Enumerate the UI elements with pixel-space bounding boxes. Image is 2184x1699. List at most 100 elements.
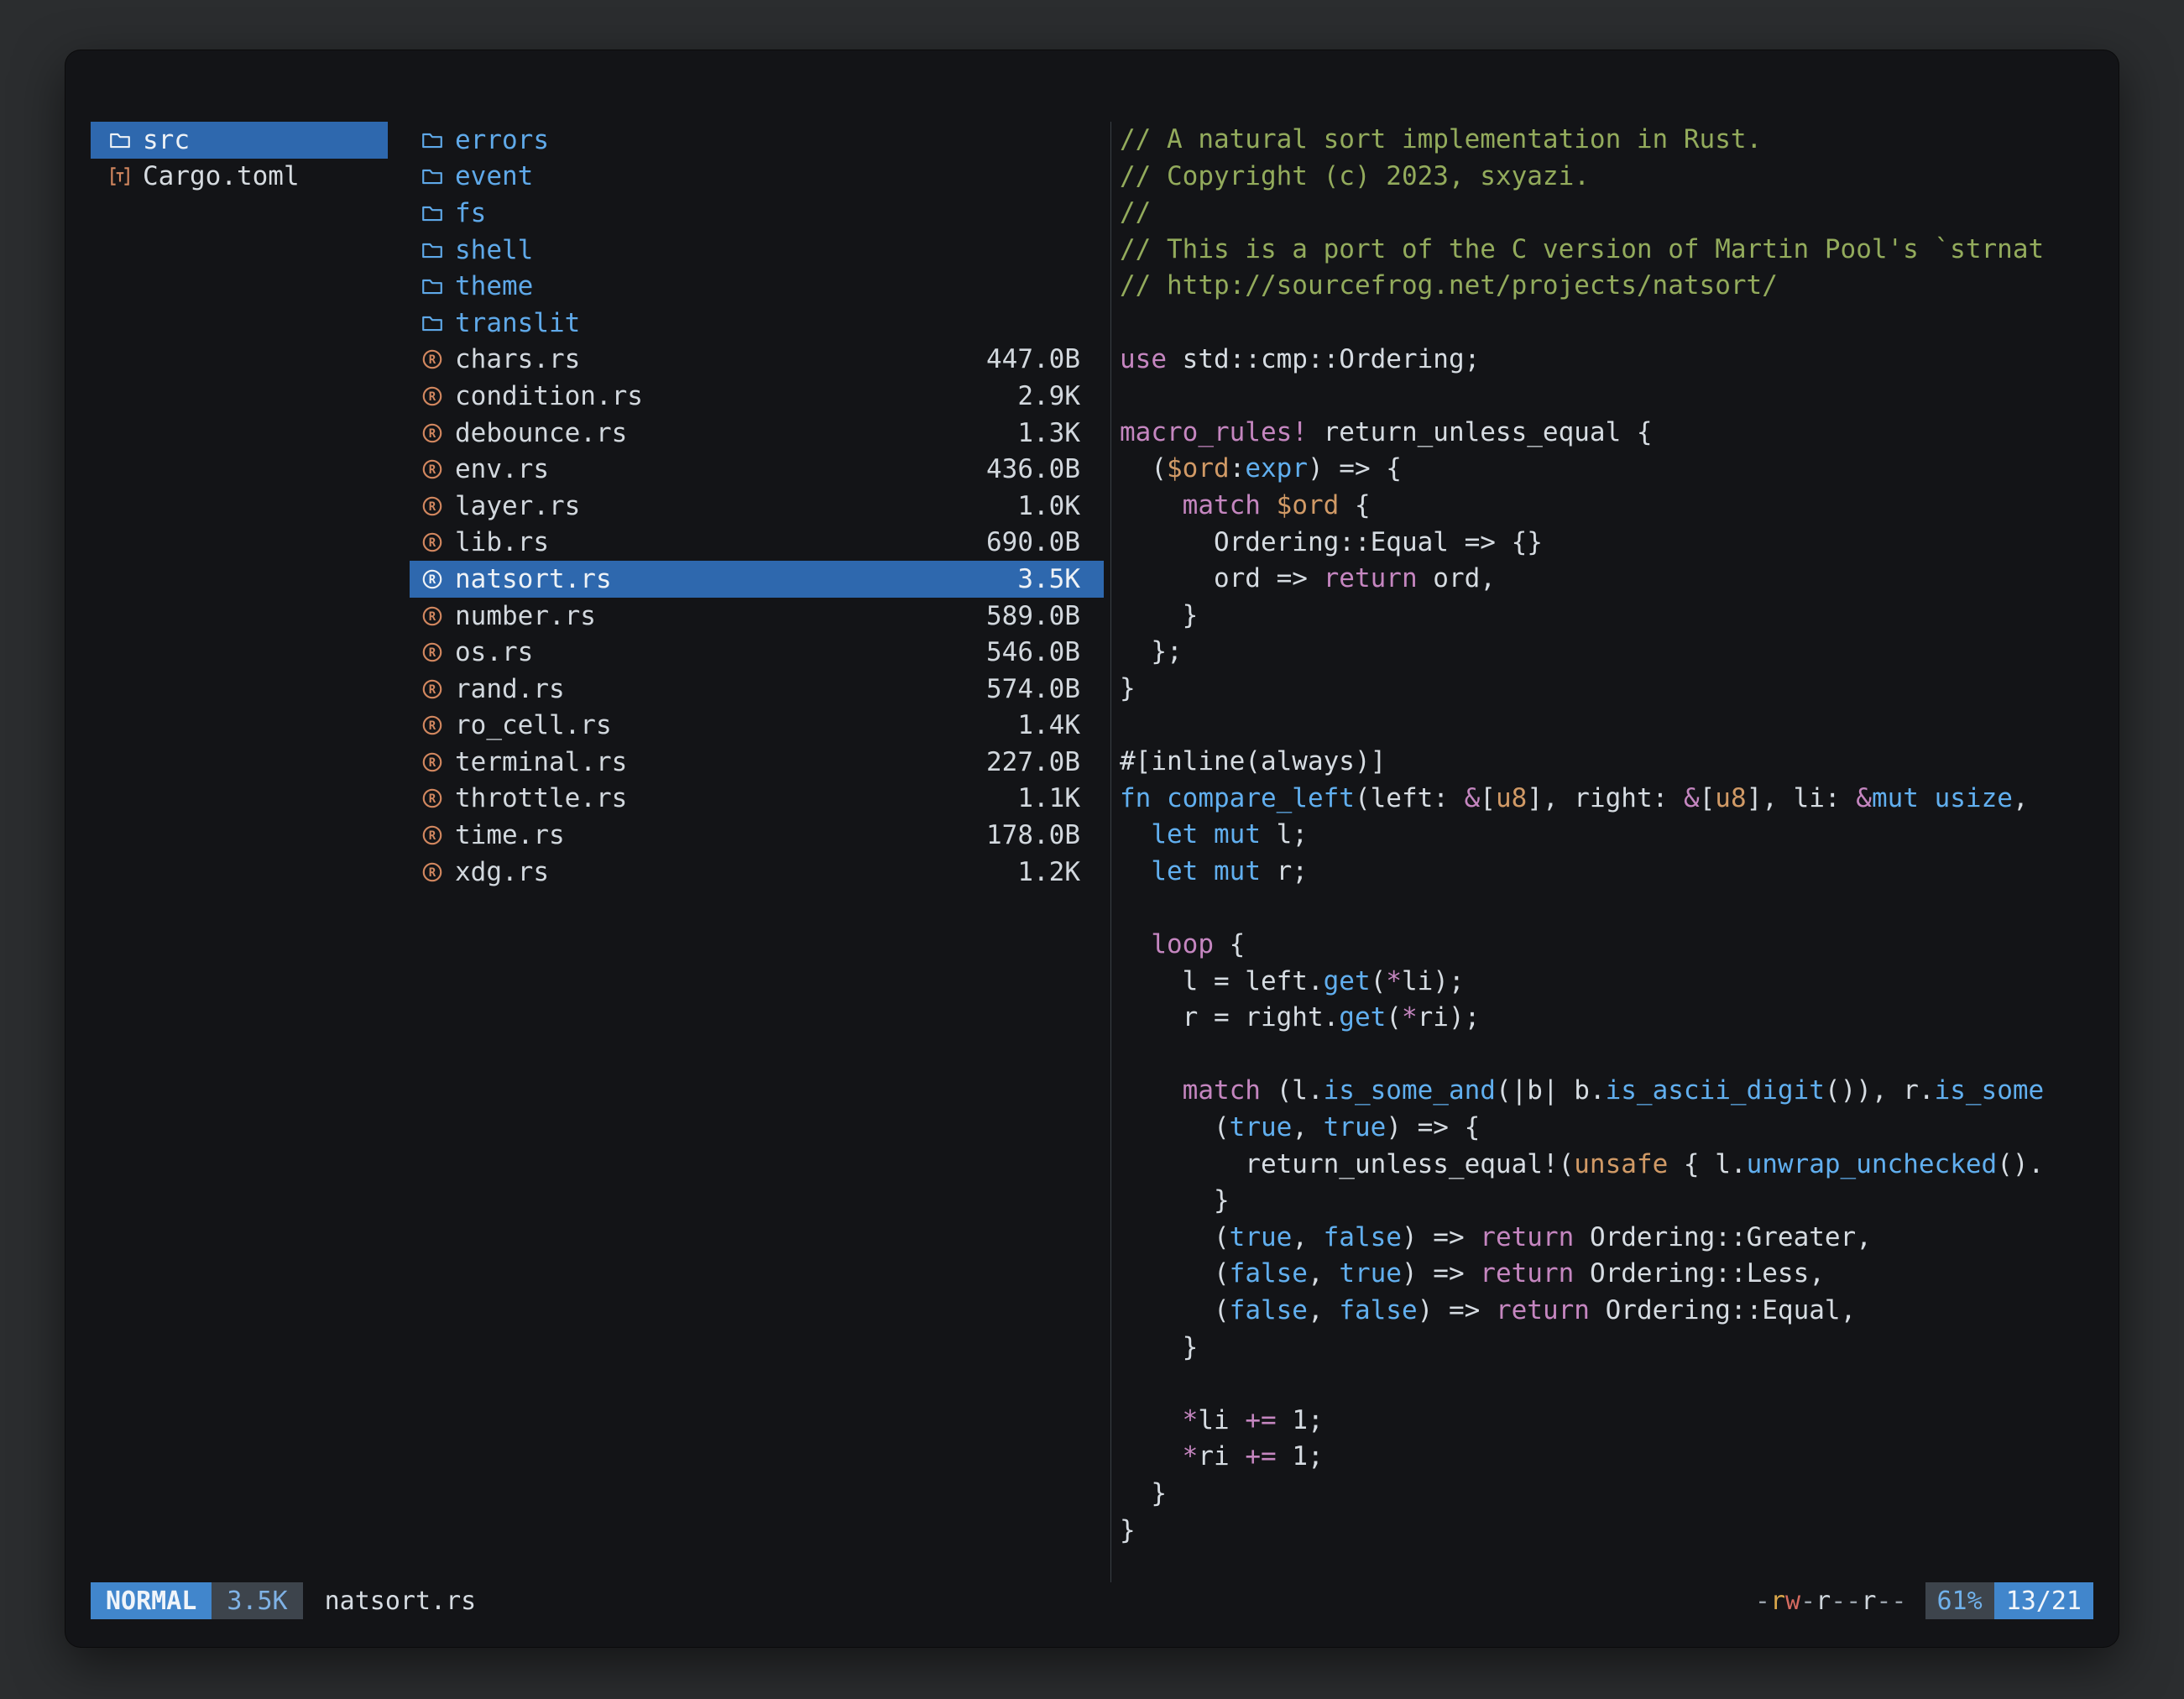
parent-item-Cargo.toml[interactable]: Cargo.toml (91, 159, 388, 196)
code-line-6 (1120, 305, 2117, 342)
code-line-10: ($ord:expr) => { (1120, 451, 2117, 488)
code-line-37: *ri += 1; (1120, 1439, 2117, 1476)
file-row-natsort.rs[interactable]: Rnatsort.rs 3.5K (410, 561, 1104, 598)
entry-name: debounce.rs (455, 418, 627, 448)
code-line-13: ord => return ord, (1120, 561, 2117, 598)
code-line-23: loop { (1120, 927, 2117, 964)
entry-size: 574.0B (986, 674, 1080, 704)
dir-row-errors[interactable]: errors (410, 122, 1104, 159)
dir-row-translit[interactable]: translit (410, 305, 1104, 342)
status-bar-right: -rw-r--r-- 61% 13/21 (1755, 1582, 2093, 1619)
entry-name: translit (455, 308, 580, 338)
entry-size: 3.5K (1017, 564, 1080, 594)
code-line-16: } (1120, 671, 2117, 708)
entry-name: terminal.rs (455, 747, 627, 777)
preview-pane: // A natural sort implementation in Rust… (1110, 122, 2117, 1582)
folder-icon (420, 164, 445, 189)
file-row-debounce.rs[interactable]: Rdebounce.rs1.3K (410, 415, 1104, 452)
rust-icon: R (420, 457, 445, 482)
file-size-badge: 3.5K (212, 1582, 302, 1619)
code-line-38: } (1120, 1476, 2117, 1513)
rust-icon: R (420, 384, 445, 409)
folder-icon (420, 274, 445, 299)
svg-text:R: R (429, 683, 436, 697)
entry-name: throttle.rs (455, 783, 627, 813)
desktop-background: srcCargo.toml errors eventfsshell theme tra… (0, 0, 2184, 1699)
code-line-4: // This is a port of the C version of Ma… (1120, 232, 2117, 269)
file-row-env.rs[interactable]: Renv.rs436.0B (410, 451, 1104, 488)
svg-text:R: R (429, 463, 436, 477)
code-line-7: use std::cmp::Ordering; (1120, 342, 2117, 379)
file-row-rand.rs[interactable]: Rrand.rs 574.0B (410, 671, 1104, 708)
code-line-34: } (1120, 1330, 2117, 1367)
entry-size: 589.0B (986, 601, 1080, 631)
code-line-26 (1120, 1037, 2117, 1074)
code-line-2: // Copyright (c) 2023, sxyazi. (1120, 159, 2117, 196)
dir-row-shell[interactable]: shell (410, 232, 1104, 269)
file-row-terminal.rs[interactable]: Rterminal.rs 227.0B (410, 744, 1104, 781)
code-line-18: #[inline(always)] (1120, 744, 2117, 781)
rust-icon: R (420, 860, 445, 885)
entry-name: natsort.rs (455, 564, 612, 594)
code-line-15: }; (1120, 634, 2117, 671)
entry-name: errors (455, 125, 549, 155)
status-filename: natsort.rs (325, 1587, 477, 1616)
file-row-condition.rs[interactable]: Rcondition.rs 2.9K (410, 378, 1104, 415)
svg-text:R: R (429, 646, 436, 660)
rust-icon: R (420, 713, 445, 738)
file-row-lib.rs[interactable]: Rlib.rs690.0B (410, 525, 1104, 562)
entry-size: 227.0B (986, 747, 1080, 777)
parent-item-src[interactable]: src (91, 122, 388, 159)
code-line-30: } (1120, 1183, 2117, 1220)
parent-pane: srcCargo.toml (91, 122, 410, 1582)
code-line-14: } (1120, 598, 2117, 635)
svg-text:R: R (429, 573, 436, 587)
entry-name: rand.rs (455, 674, 565, 704)
file-row-xdg.rs[interactable]: Rxdg.rs1.2K (410, 854, 1104, 891)
dir-row-fs[interactable]: fs (410, 195, 1104, 232)
entry-name: number.rs (455, 601, 596, 631)
code-line-5: // http://sourcefrog.net/projects/natsor… (1120, 268, 2117, 305)
rust-icon: R (420, 421, 445, 446)
entry-name: theme (455, 271, 533, 301)
code-line-19: fn compare_left(left: &[u8], right: &[u8… (1120, 781, 2117, 818)
file-row-throttle.rs[interactable]: Rthrottle.rs 1.1K (410, 781, 1104, 818)
file-row-layer.rs[interactable]: Rlayer.rs1.0K (410, 488, 1104, 525)
rust-icon: R (420, 494, 445, 519)
code-line-1: // A natural sort implementation in Rust… (1120, 122, 2117, 159)
rust-icon: R (420, 567, 445, 592)
code-line-31: (true, false) => return Ordering::Greate… (1120, 1220, 2117, 1257)
entry-size: 2.9K (1017, 381, 1080, 411)
cursor-position-badge: 13/21 (1994, 1582, 2093, 1619)
code-line-35 (1120, 1366, 2117, 1403)
entry-size: 1.1K (1017, 783, 1080, 813)
panes-container: srcCargo.toml errors eventfsshell theme tra… (91, 122, 2117, 1582)
dir-row-event[interactable]: event (410, 159, 1104, 196)
entry-name: condition.rs (455, 381, 643, 411)
dir-row-theme[interactable]: theme (410, 268, 1104, 305)
entry-size: 546.0B (986, 637, 1080, 667)
file-row-chars.rs[interactable]: Rchars.rs447.0B (410, 342, 1104, 379)
rust-icon: R (420, 823, 445, 848)
code-line-20: let mut l; (1120, 817, 2117, 854)
file-row-ro_cell.rs[interactable]: Rro_cell.rs1.4K (410, 708, 1104, 745)
file-row-number.rs[interactable]: Rnumber.rs589.0B (410, 598, 1104, 635)
rust-icon: R (420, 786, 445, 811)
entry-name: xdg.rs (455, 857, 549, 887)
code-line-28: (true, true) => { (1120, 1110, 2117, 1147)
code-line-21: let mut r; (1120, 854, 2117, 891)
entry-name: lib.rs (455, 527, 549, 557)
code-line-24: l = left.get(*li); (1120, 964, 2117, 1001)
code-line-17 (1120, 708, 2117, 745)
entry-name: shell (455, 235, 533, 265)
toml-icon (107, 164, 133, 189)
svg-text:R: R (429, 756, 436, 770)
rust-icon: R (420, 530, 445, 555)
code-line-8 (1120, 378, 2117, 415)
svg-text:R: R (429, 536, 436, 550)
file-row-time.rs[interactable]: Rtime.rs178.0B (410, 817, 1104, 854)
code-line-29: return_unless_equal!(unsafe { l.unwrap_u… (1120, 1147, 2117, 1184)
entry-size: 1.4K (1017, 710, 1080, 740)
file-row-os.rs[interactable]: Ros.rs546.0B (410, 634, 1104, 671)
code-line-27: match (l.is_some_and(|b| b.is_ascii_digi… (1120, 1073, 2117, 1110)
